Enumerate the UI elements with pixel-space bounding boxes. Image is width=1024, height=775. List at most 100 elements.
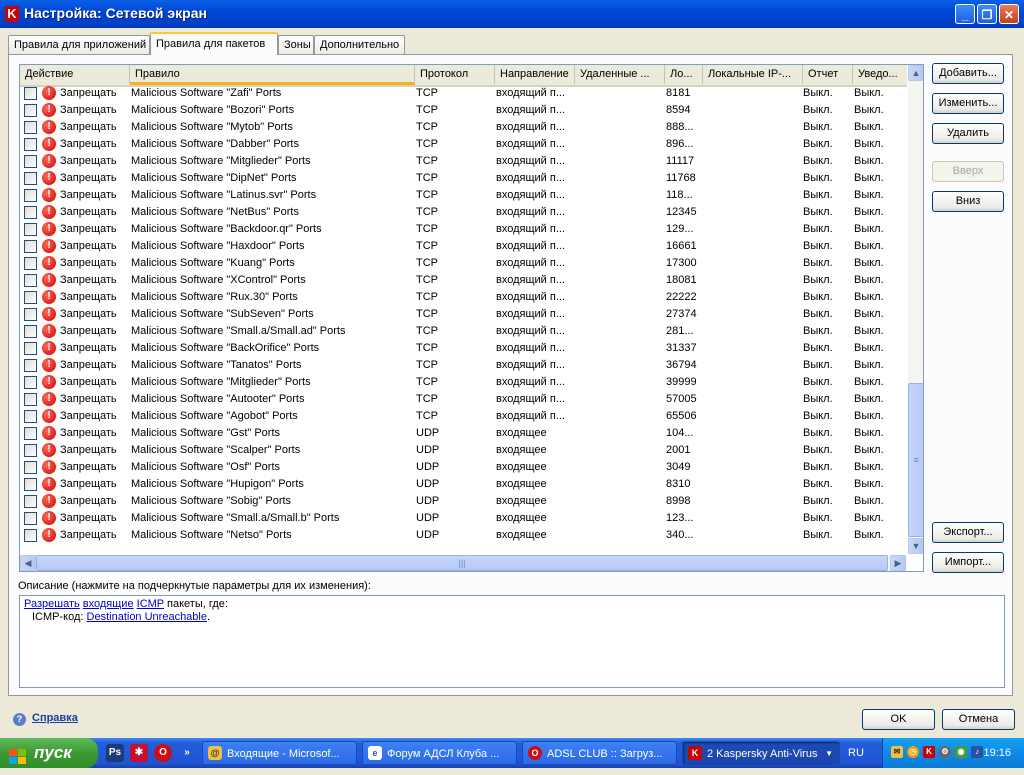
rule-enable-checkbox[interactable] [24,393,37,406]
protocol-link[interactable]: ICMP [137,598,164,610]
table-row[interactable]: ! Запрещать Malicious Software "Bozori" Po… [20,102,907,119]
icmp-code-link[interactable]: Destination Unreachable [87,611,207,623]
tab-advanced[interactable]: Дополнительно [314,35,405,54]
table-row[interactable]: ! Запрещать Malicious Software "Kuang" Por… [20,255,907,272]
rule-enable-checkbox[interactable] [24,121,37,134]
direction-link[interactable]: входящие [83,598,134,610]
opera-icon[interactable]: O [154,744,172,762]
export-button[interactable]: Экспорт... [932,522,1004,543]
rule-enable-checkbox[interactable] [24,427,37,440]
table-row[interactable]: ! Запрещать Malicious Software "Haxdoor" P… [20,238,907,255]
table-row[interactable]: ! Запрещать Malicious Software "Hupigon" P… [20,476,907,493]
table-row[interactable]: ! Запрещать Malicious Software "Dabber" Po… [20,136,907,153]
nvidia-tray-icon[interactable]: ◉ [955,746,967,758]
tab-packet-rules[interactable]: Правила для пакетов [150,32,278,55]
rule-enable-checkbox[interactable] [24,529,37,542]
column-header-rule[interactable]: Правило [130,65,415,85]
quicklaunch-more-icon[interactable]: » [178,744,196,762]
table-row[interactable]: ! Запрещать Malicious Software "Netso" Por… [20,527,907,544]
scroll-right-icon[interactable]: ▶ [890,555,906,571]
table-row[interactable]: ! Запрещать Malicious Software "Rux.30" Po… [20,289,907,306]
minimize-button[interactable]: _ [955,4,975,24]
scroll-left-icon[interactable]: ◀ [20,555,36,571]
rule-enable-checkbox[interactable] [24,461,37,474]
table-row[interactable]: ! Запрещать Malicious Software "Mitglieder… [20,374,907,391]
language-indicator[interactable]: RU [848,738,864,768]
table-row[interactable]: ! Запрещать Malicious Software "Autooter" … [20,391,907,408]
rule-enable-checkbox[interactable] [24,410,37,423]
rule-enable-checkbox[interactable] [24,308,37,321]
taskbar-button-outlook[interactable]: @ Входящие - Microsof... [202,741,357,765]
rule-enable-checkbox[interactable] [24,291,37,304]
delete-button[interactable]: Удалить [932,123,1004,144]
table-row[interactable]: ! Запрещать Malicious Software "Agobot" Po… [20,408,907,425]
add-button[interactable]: Добавить... [932,63,1004,84]
group-arrow-icon[interactable]: ▼ [825,742,833,764]
table-row[interactable]: ! Запрещать Malicious Software "Zafi" Port… [20,85,907,102]
taskbar-button-forum[interactable]: e Форум АДСЛ Клуба ... [362,741,517,765]
rule-enable-checkbox[interactable] [24,478,37,491]
table-row[interactable]: ! Запрещать Malicious Software "NetBus" Po… [20,204,907,221]
rule-enable-checkbox[interactable] [24,274,37,287]
quicklaunch-app-icon[interactable]: ✱ [130,744,148,762]
column-header-remote[interactable]: Удаленные ... [575,65,665,84]
rule-enable-checkbox[interactable] [24,376,37,389]
mail-tray-icon[interactable]: ✉ [891,746,903,758]
table-row[interactable]: ! Запрещать Malicious Software "Scalper" P… [20,442,907,459]
rule-enable-checkbox[interactable] [24,342,37,355]
table-row[interactable]: ! Запрещать Malicious Software "Small.a/Sm… [20,323,907,340]
rule-enable-checkbox[interactable] [24,87,37,100]
table-row[interactable]: ! Запрещать Malicious Software "Osf" Ports… [20,459,907,476]
table-row[interactable]: ! Запрещать Malicious Software "Mitglieder… [20,153,907,170]
help-link[interactable]: Справка [32,712,78,724]
table-row[interactable]: ! Запрещать Malicious Software "Backdoor.q… [20,221,907,238]
rule-enable-checkbox[interactable] [24,512,37,525]
edit-button[interactable]: Изменить... [932,93,1004,114]
table-row[interactable]: ! Запрещать Malicious Software "Latinus.sv… [20,187,907,204]
rule-enable-checkbox[interactable] [24,495,37,508]
move-down-button[interactable]: Вниз [932,191,1004,212]
rule-enable-checkbox[interactable] [24,155,37,168]
taskbar-button-kaspersky[interactable]: K 2 Kaspersky Anti-Virus ▼ [682,741,840,765]
import-button[interactable]: Импорт... [932,552,1004,573]
rule-enable-checkbox[interactable] [24,359,37,372]
column-header-notify[interactable]: Уведо... [853,65,907,84]
rule-enable-checkbox[interactable] [24,444,37,457]
horizontal-scrollbar[interactable]: ◀ ||| ▶ [20,555,907,571]
table-row[interactable]: ! Запрещать Malicious Software "Small.a/Sm… [20,510,907,527]
table-row[interactable]: ! Запрещать Malicious Software "BackOrific… [20,340,907,357]
table-row[interactable]: ! Запрещать Malicious Software "Sobig" Por… [20,493,907,510]
network-tray-icon[interactable]: ⚙ [939,746,951,758]
rule-enable-checkbox[interactable] [24,223,37,236]
rule-enable-checkbox[interactable] [24,325,37,338]
start-button[interactable]: пуск [0,738,98,768]
column-header-report[interactable]: Отчет [803,65,853,84]
rule-enable-checkbox[interactable] [24,257,37,270]
photoshop-icon[interactable]: Ps [106,744,124,762]
rule-enable-checkbox[interactable] [24,189,37,202]
speaker-tray-icon[interactable]: ♪ [971,746,983,758]
action-link[interactable]: Разрешать [24,598,80,610]
horizontal-scroll-thumb[interactable]: ||| [36,555,888,571]
taskbar-button-adsl[interactable]: O ADSL CLUB :: Загруз... [522,741,677,765]
table-row[interactable]: ! Запрещать Malicious Software "XControl" … [20,272,907,289]
packet-rules-table[interactable]: Действие Правило Протокол Направление Уд… [19,64,924,572]
close-button[interactable]: ✕ [999,4,1019,24]
vertical-scroll-thumb[interactable]: ≡ [908,383,923,537]
table-row[interactable]: ! Запрещать Malicious Software "DipNet" Po… [20,170,907,187]
table-row[interactable]: ! Запрещать Malicious Software "SubSeven" … [20,306,907,323]
scroll-down-icon[interactable]: ▼ [908,538,923,554]
vertical-scrollbar[interactable]: ▲ ≡ ▼ [908,65,923,554]
column-header-local-ip[interactable]: Локальные IP-... [703,65,803,84]
tab-app-rules[interactable]: Правила для приложений [8,35,150,54]
move-up-button[interactable]: Вверх [932,161,1004,182]
clock-tray-icon[interactable]: ◷ [907,746,919,758]
rule-enable-checkbox[interactable] [24,206,37,219]
table-row[interactable]: ! Запрещать Malicious Software "Tanatos" P… [20,357,907,374]
window-titlebar[interactable]: K Настройка: Сетевой экран _ ❐ ✕ [0,0,1024,28]
tab-zones[interactable]: Зоны [278,35,314,54]
column-header-action[interactable]: Действие [20,65,130,84]
column-header-protocol[interactable]: Протокол [415,65,495,84]
column-header-local-port[interactable]: Ло... [665,65,703,84]
rule-enable-checkbox[interactable] [24,104,37,117]
